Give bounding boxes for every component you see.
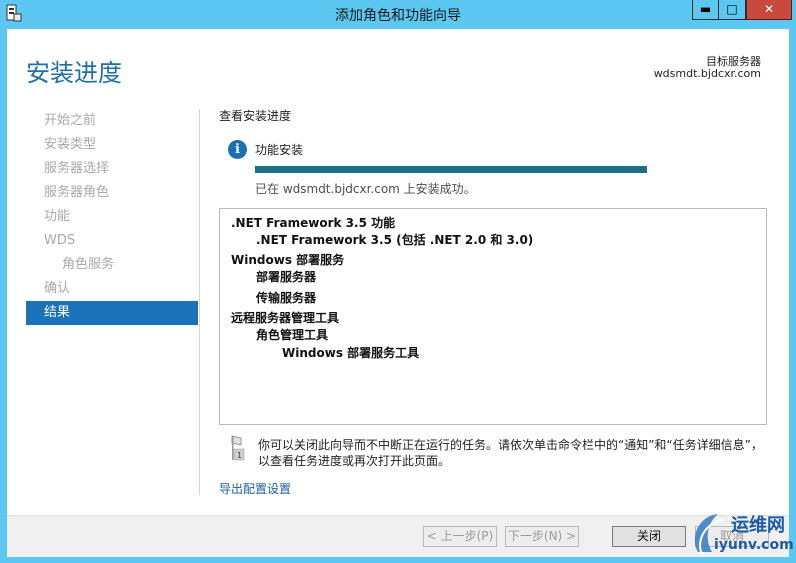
status-text: 已在 wdsmdt.bjdcxr.com 上安装成功。 bbox=[255, 182, 476, 196]
page-title: 安装进度 bbox=[26, 59, 122, 87]
next-button[interactable]: 下一步(N) > bbox=[505, 526, 579, 547]
footer-note: 你可以关闭此向导而不中断正在运行的任务。请依次单击命令栏中的“通知”和“任务详细… bbox=[258, 438, 763, 468]
svg-text:1: 1 bbox=[237, 451, 242, 460]
window-title: 添加角色和功能向导 bbox=[335, 8, 461, 24]
target-server-name: wdsmdt.bjdcxr.com bbox=[653, 67, 761, 80]
nav-item-server-selection: 服务器选择 bbox=[44, 161, 110, 176]
button-bar: < 上一步(P) 下一步(N) > 关闭 取消 bbox=[7, 515, 789, 557]
title-bar[interactable]: 添加角色和功能向导 ▬ □ ✕ bbox=[0, 0, 796, 28]
watermark-name: 运维网 bbox=[731, 515, 785, 536]
minimize-icon: ▬ bbox=[699, 2, 712, 16]
results-list[interactable]: .NET Framework 3.5 功能 .NET Framework 3.5… bbox=[219, 208, 767, 425]
wizard-body: 安装进度 目标服务器 wdsmdt.bjdcxr.com 开始之前 安装类型 服… bbox=[7, 29, 789, 557]
nav-divider bbox=[199, 109, 200, 495]
progress-fill bbox=[255, 166, 647, 173]
feature-install-label: 功能安装 bbox=[255, 143, 304, 157]
wizard-window: 添加角色和功能向导 ▬ □ ✕ 安装进度 目标服务器 wdsmdt.bjdcxr… bbox=[0, 0, 796, 563]
nav-item-server-roles: 服务器角色 bbox=[44, 185, 110, 200]
info-icon: i bbox=[228, 140, 247, 159]
nav-item-installation-type: 安装类型 bbox=[44, 137, 97, 152]
previous-button[interactable]: < 上一步(P) bbox=[423, 526, 497, 547]
nav-item-results[interactable]: 结果 bbox=[26, 301, 198, 325]
list-item: 远程服务器管理工具 bbox=[231, 311, 340, 325]
export-config-link[interactable]: 导出配置设置 bbox=[219, 480, 291, 497]
close-window-button[interactable]: ✕ bbox=[746, 0, 792, 20]
maximize-button[interactable]: □ bbox=[719, 0, 746, 20]
nav-item-features: 功能 bbox=[44, 209, 71, 224]
nav-item-wds: WDS bbox=[44, 233, 76, 248]
wizard-nav: 开始之前 安装类型 服务器选择 服务器角色 功能 WDS 角色服务 确认 结果 bbox=[26, 109, 198, 325]
nav-item-confirmation: 确认 bbox=[44, 281, 71, 296]
list-item: 角色管理工具 bbox=[256, 328, 329, 342]
install-progress-bar bbox=[255, 166, 647, 173]
nav-item-before-you-begin: 开始之前 bbox=[44, 113, 97, 128]
flag-notification-icon: 1 bbox=[231, 435, 245, 461]
close-button[interactable]: 关闭 bbox=[612, 526, 686, 547]
nav-item-role-services: 角色服务 bbox=[62, 257, 115, 272]
close-icon: ✕ bbox=[763, 2, 775, 16]
list-item: Windows 部署服务 bbox=[231, 253, 345, 267]
section-label: 查看安装进度 bbox=[219, 109, 292, 123]
list-item: Windows 部署服务工具 bbox=[282, 346, 420, 360]
maximize-icon: □ bbox=[726, 2, 738, 16]
minimize-button[interactable]: ▬ bbox=[692, 0, 719, 20]
list-item: 传输服务器 bbox=[256, 291, 317, 305]
list-item: .NET Framework 3.5 功能 bbox=[231, 216, 396, 230]
list-item: .NET Framework 3.5 (包括 .NET 2.0 和 3.0) bbox=[256, 233, 534, 247]
watermark-url: iyunv.com bbox=[714, 537, 794, 553]
list-item: 部署服务器 bbox=[256, 270, 317, 284]
